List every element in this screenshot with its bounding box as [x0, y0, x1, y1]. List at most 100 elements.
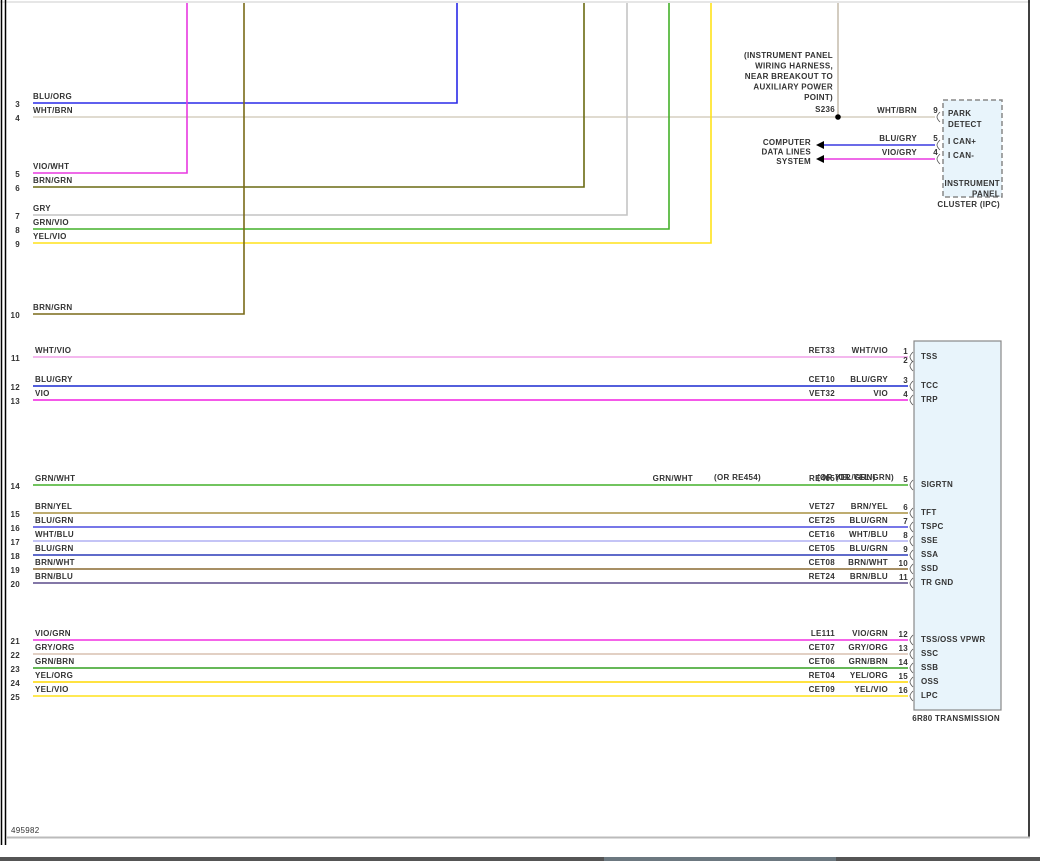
pin-number: 3: [903, 376, 908, 385]
wire-color-label: YEL/VIO: [35, 685, 69, 694]
wire-number: 15: [11, 510, 21, 519]
connector-pin-mark: [909, 648, 914, 660]
connector-pin-mark: [909, 634, 914, 646]
wire-color-label: BLU/GRN: [35, 516, 74, 525]
pin-name: SSE: [921, 536, 938, 545]
pin-name: TRP: [921, 395, 938, 404]
connector-pin-mark: [909, 394, 914, 406]
wire-yel-vio: [33, 3, 712, 244]
ipc-wire-label: VIO/GRY: [882, 148, 918, 157]
wire-number: 21: [11, 637, 21, 646]
ipc-title: CLUSTER (IPC): [937, 200, 1000, 209]
taskbar-segment[interactable]: [441, 857, 603, 861]
connector-pin-mark: [909, 563, 914, 575]
pin-name: SSA: [921, 550, 938, 559]
wire-number: 9: [15, 240, 20, 249]
data-lines-destination: COMPUTER: [763, 138, 811, 147]
ipc-pin-number: 9: [933, 106, 938, 115]
connector-pin-mark: [909, 351, 914, 363]
wire-number: 13: [11, 397, 21, 406]
ipc-title: PANEL: [972, 190, 1000, 199]
connector-wire-label: GRN/BRN: [849, 657, 888, 666]
connector-pin-mark: [909, 535, 914, 547]
wire-number: 4: [15, 114, 20, 123]
connector-wire-label: GRY/ORG: [848, 643, 888, 652]
bottom-taskbar: [0, 857, 1040, 861]
ipc-wire-label: WHT/BRN: [877, 106, 917, 115]
wire-color-label: GRN/WHT: [35, 474, 75, 483]
ipc-pin-number: 4: [933, 148, 938, 157]
connector-wire-label: BRN/BLU: [850, 572, 888, 581]
wire-color-label: BRN/GRN: [33, 176, 72, 185]
pin-name: SSD: [921, 564, 938, 573]
wire-color-label: BLU/ORG: [33, 92, 72, 101]
connector-wire-label: BLU/GRN: [849, 516, 888, 525]
connector-wire-label: GRN/WHT: [653, 474, 693, 483]
wire-color-label: WHT/BRN: [33, 106, 73, 115]
circuit-code: RET04: [809, 671, 836, 680]
wire-number: 3: [15, 100, 20, 109]
wire-color-label: BRN/BLU: [35, 572, 73, 581]
pin-name: SSB: [921, 663, 938, 672]
pin-number: 15: [899, 672, 909, 681]
ipc-title: INSTRUMENT: [945, 179, 1000, 188]
ipc-pin-name: PARK: [948, 109, 971, 118]
circuit-code: CET08: [809, 558, 836, 567]
wire-number: 24: [11, 679, 21, 688]
splice-id: S236: [815, 105, 835, 114]
wire-number: 19: [11, 566, 21, 575]
pin-number: 5: [903, 475, 908, 484]
taskbar-segment[interactable]: [0, 857, 440, 861]
wire-color-label: BLU/GRN: [35, 544, 74, 553]
taskbar-segment[interactable]: [604, 857, 836, 861]
wire-number: 16: [11, 524, 21, 533]
wire-color-label: YEL/ORG: [35, 671, 73, 680]
pin-name: OSS: [921, 677, 939, 686]
connector-wire-label: WHT/VIO: [852, 346, 888, 355]
pin-number: 8: [903, 531, 908, 540]
pin-number: 4: [903, 390, 908, 399]
wire-number: 14: [11, 482, 21, 491]
wire-number: 18: [11, 552, 21, 561]
pin-number: 11: [899, 573, 908, 582]
circuit-code: RET24: [809, 572, 836, 581]
wire-color-label: VIO: [35, 389, 50, 398]
arrow-left-icon: [816, 141, 824, 149]
ipc-pin-name: I CAN+: [948, 137, 976, 146]
pin-name: TSS/OSS VPWR: [921, 635, 986, 644]
wire-brn-grn: [33, 3, 585, 188]
wire-color-label: GRN/VIO: [33, 218, 69, 227]
splice-note: WIRING HARNESS,: [755, 62, 833, 71]
wire-vio-wht: [33, 3, 188, 174]
wire-color-label: VIO/WHT: [33, 162, 69, 171]
connector-pin-mark: [909, 676, 914, 688]
connector-pin-mark: [909, 507, 914, 519]
wire-number: 8: [15, 226, 20, 235]
connector-pin-mark: [909, 479, 914, 491]
figure-id: 495982: [11, 826, 40, 835]
taskbar-segment[interactable]: [837, 857, 1040, 861]
circuit-code: CET09: [809, 685, 836, 694]
wire-color-label: GRY: [33, 204, 51, 213]
ipc-pin-name: I CAN-: [948, 151, 974, 160]
wire-color-label: WHT/BLU: [35, 530, 74, 539]
connector-wire-label: VIO/GRN: [852, 629, 888, 638]
circuit-code: VET32: [809, 389, 835, 398]
circuit-code: CET07: [809, 643, 836, 652]
pin-number: 13: [899, 644, 909, 653]
wire-color-label: WHT/VIO: [35, 346, 71, 355]
wire-number: 25: [11, 693, 21, 702]
pin-number: 10: [899, 559, 909, 568]
wire-color-label: BRN/WHT: [35, 558, 75, 567]
wire-number: 12: [11, 383, 21, 392]
pin-name: TSS: [921, 352, 938, 361]
wire-blu-org: [33, 3, 458, 104]
wire-number: 22: [11, 651, 21, 660]
pin-name: SIGRTN: [921, 480, 953, 489]
connector-wire-alt-label: (OR YEL/GRN): [835, 473, 894, 482]
ipc-pin-number: 5: [933, 134, 938, 143]
wire-number: 10: [11, 311, 21, 320]
splice-note: POINT): [804, 93, 833, 102]
circuit-code: RET33: [809, 346, 836, 355]
circuit-code: CET10: [809, 375, 836, 384]
